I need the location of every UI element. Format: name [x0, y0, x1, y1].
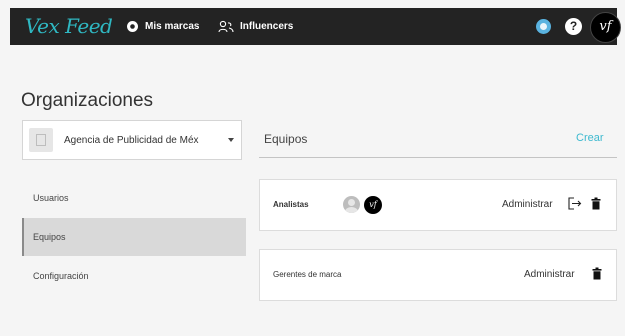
nav-my-brands-label: Mis marcas: [145, 21, 200, 32]
sidebar-item-teams[interactable]: Equipos: [22, 218, 246, 256]
caret-down-icon: [228, 138, 234, 142]
users-icon: [218, 20, 234, 33]
page-title: Organizaciones: [21, 89, 154, 111]
trash-icon[interactable]: [592, 267, 602, 280]
nav-my-brands[interactable]: Mis marcas: [127, 8, 199, 45]
member-avatar: [343, 196, 360, 213]
divider: [259, 157, 617, 158]
help-icon[interactable]: ?: [565, 18, 582, 35]
top-navigation-bar: Vex Feed Mis marcas Influencers ? vf: [10, 8, 621, 45]
member-avatar: vf: [364, 196, 382, 214]
organization-logo: [29, 128, 53, 152]
administer-link[interactable]: Administrar: [502, 199, 553, 210]
team-card: Analistas vf Administrar: [259, 179, 617, 231]
administer-link[interactable]: Administrar: [524, 269, 575, 280]
nav-influencers-label: Influencers: [240, 21, 294, 32]
organization-select[interactable]: Agencia de Publicidad de Méx: [22, 120, 242, 160]
team-card: Gerentes de marca Administrar: [259, 249, 617, 301]
section-title: Equipos: [264, 132, 308, 146]
sidebar-item-settings[interactable]: Configuración: [22, 257, 246, 295]
trash-icon[interactable]: [591, 197, 601, 210]
team-name: Analistas: [273, 200, 309, 209]
sidebar-item-users[interactable]: Usuarios: [22, 179, 246, 217]
brand-circle-icon: [127, 21, 138, 32]
leave-icon[interactable]: [568, 197, 582, 210]
app-logo[interactable]: Vex Feed: [25, 14, 113, 38]
nav-influencers[interactable]: Influencers: [218, 8, 293, 45]
notification-icon[interactable]: [536, 19, 551, 34]
user-avatar[interactable]: vf: [590, 12, 621, 43]
organization-select-value: Agencia de Publicidad de Méx: [64, 135, 199, 146]
create-team-link[interactable]: Crear: [576, 132, 604, 144]
team-name: Gerentes de marca: [273, 270, 342, 279]
